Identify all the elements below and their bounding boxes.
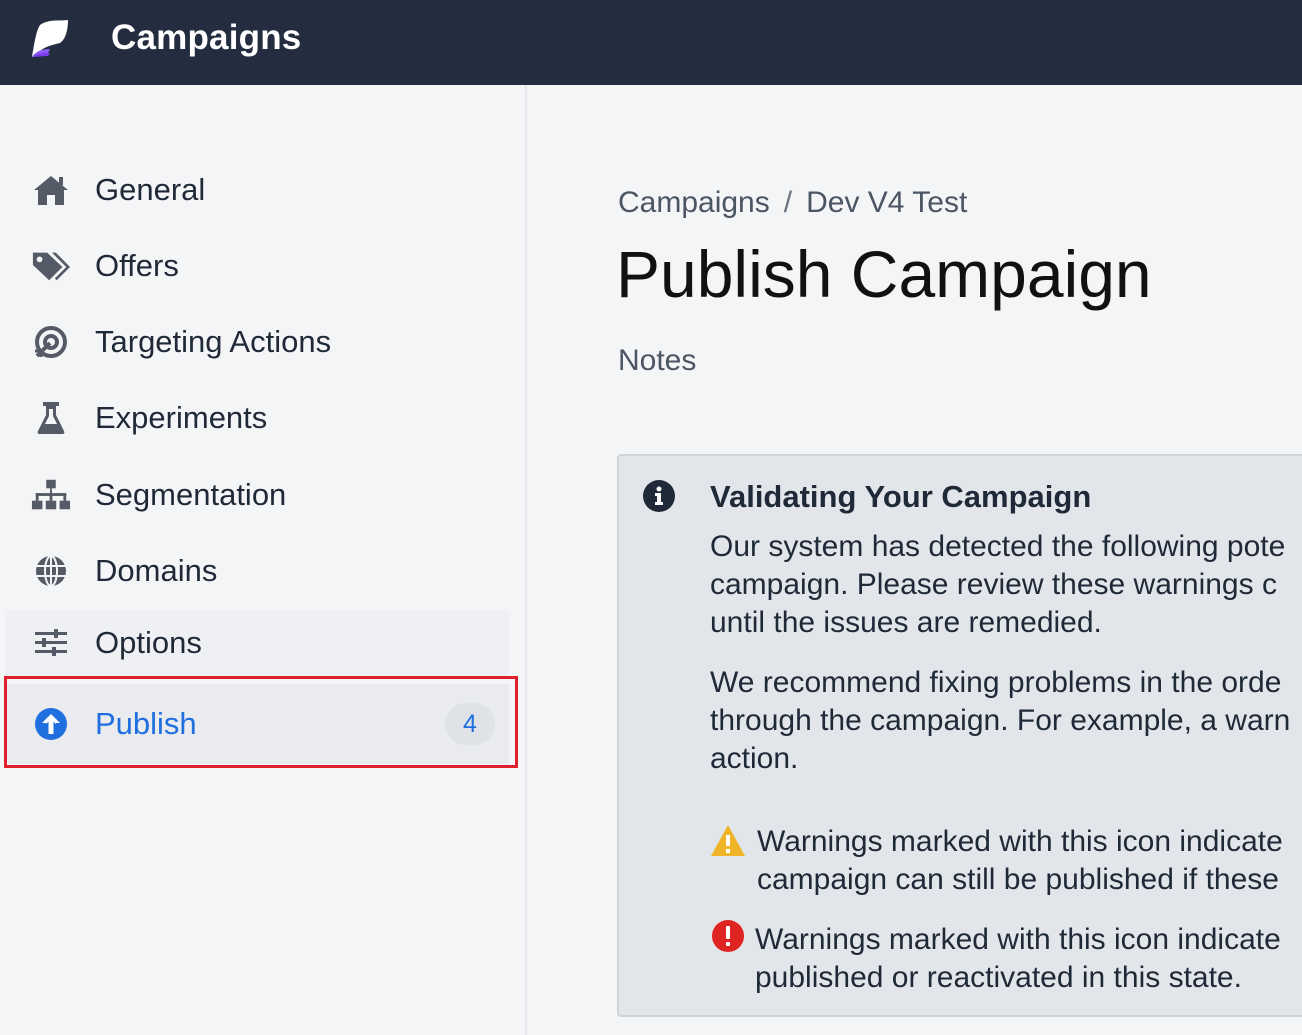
breadcrumb-current[interactable]: Dev V4 Test [806, 186, 967, 219]
app-title: Campaigns [111, 18, 302, 57]
validation-alert: Validating Your Campaign Our system has … [617, 454, 1302, 1017]
sidebar-item-label: Publish [95, 706, 197, 741]
page-title: Publish Campaign [616, 237, 1152, 311]
sidebar-item-label: Experiments [95, 400, 268, 435]
sitemap-icon [31, 475, 71, 515]
text-line: action. [710, 742, 799, 775]
arrow-up-circle-icon [31, 704, 71, 744]
sidebar-item-experiments[interactable]: Experiments [5, 387, 509, 449]
breadcrumb: Campaigns / Dev V4 Test [618, 186, 967, 220]
sidebar-item-options[interactable]: Options [5, 610, 509, 676]
error-icon [712, 920, 744, 952]
text-line: through the campaign. For example, a war… [710, 704, 1291, 737]
text-line: Warnings marked with this icon indicate [757, 825, 1283, 858]
sidebar-item-label: Offers [95, 248, 179, 283]
text-line: until the issues are remedied. [710, 606, 1102, 639]
flask-icon [31, 398, 71, 438]
count-badge: 4 [445, 703, 495, 745]
text-line: Warnings marked with this icon indicate [755, 923, 1281, 956]
text-line: published or reactivated in this state. [755, 961, 1242, 994]
alert-title: Validating Your Campaign [710, 479, 1092, 514]
home-icon [31, 170, 71, 210]
text-line: Our system has detected the following po… [710, 530, 1286, 563]
sidebar-item-label: Domains [95, 553, 218, 588]
sidebar-item-label: Segmentation [95, 477, 287, 512]
sidebar-item-label: General [95, 172, 206, 207]
breadcrumb-separator: / [783, 186, 793, 219]
warning-icon [711, 825, 745, 856]
breadcrumb-root-link[interactable]: Campaigns [618, 186, 770, 219]
alert-paragraph-2: We recommend fixing problems in the orde… [710, 664, 1302, 778]
text-line: We recommend fixing problems in the orde [710, 666, 1282, 699]
target-icon [31, 322, 71, 362]
sidebar-item-publish[interactable]: Publish 4 [5, 684, 509, 764]
error-legend-text: Warnings marked with this icon indicate … [755, 921, 1281, 997]
sidebar-item-domains[interactable]: Domains [5, 540, 509, 602]
tags-icon [31, 246, 71, 286]
error-legend: Warnings marked with this icon indicate … [710, 920, 1302, 1001]
notes-label[interactable]: Notes [618, 344, 696, 378]
warning-legend: Warnings marked with this icon indicate … [710, 823, 1302, 903]
sidebar-item-general[interactable]: General [5, 159, 509, 221]
sliders-icon [31, 623, 71, 663]
sidebar-item-offers[interactable]: Offers [5, 235, 509, 297]
sidebar-item-segmentation[interactable]: Segmentation [5, 464, 509, 526]
info-icon [643, 480, 675, 512]
alert-paragraph-1: Our system has detected the following po… [710, 528, 1302, 642]
sidebar-item-targeting-actions[interactable]: Targeting Actions [5, 311, 509, 373]
text-line: campaign can still be published if these [757, 863, 1279, 896]
sidebar-item-label: Options [95, 625, 202, 660]
warning-legend-text: Warnings marked with this icon indicate … [757, 823, 1283, 899]
text-line: campaign. Please review these warnings c [710, 568, 1277, 601]
sidebar-item-label: Targeting Actions [95, 324, 332, 359]
globe-icon [31, 551, 71, 591]
app-logo-icon[interactable] [26, 17, 72, 63]
top-bar: Campaigns [0, 0, 1302, 85]
